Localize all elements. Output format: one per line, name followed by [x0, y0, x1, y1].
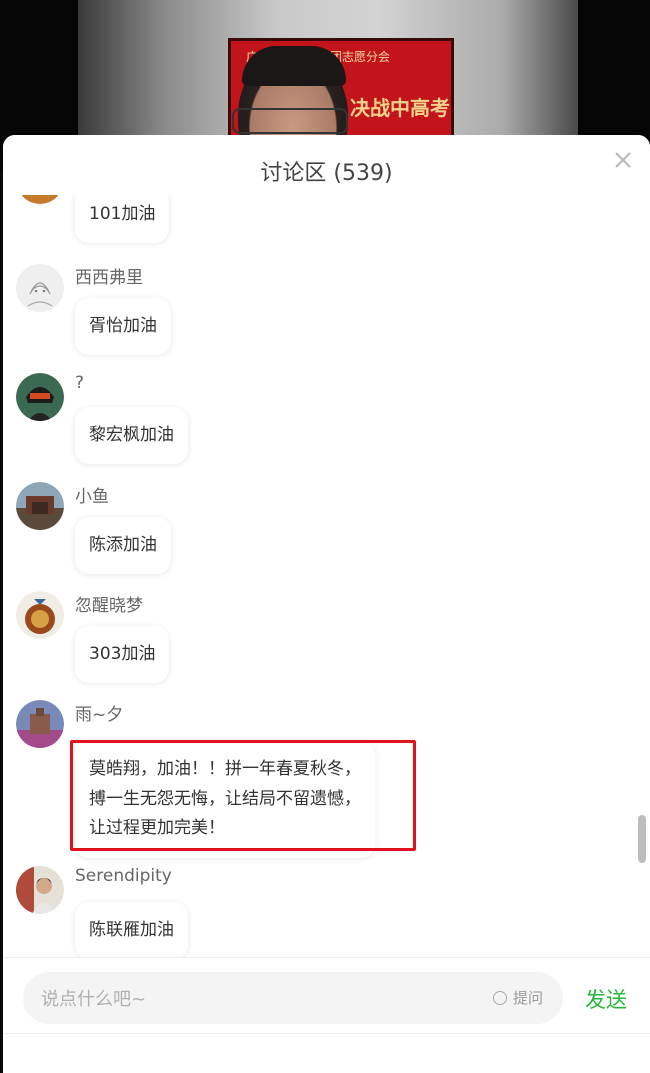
chat-input-bar: 提问 发送: [3, 957, 650, 1073]
divider: [3, 1033, 650, 1034]
username: ?: [75, 373, 85, 393]
panel-header: 讨论区 (539): [3, 135, 650, 195]
radio-icon: [493, 990, 507, 1005]
avatar[interactable]: [16, 700, 64, 748]
message-bubble: 胥怡加油: [75, 298, 171, 355]
username: 西西弗里: [75, 268, 143, 288]
avatar[interactable]: [16, 482, 64, 530]
username: 忽醒晓梦: [75, 596, 143, 616]
close-icon: [615, 152, 631, 168]
avatar[interactable]: [16, 373, 64, 421]
discussion-panel: 101加油 西西弗里 胥怡加油 ? 黎宏枫加油 小鱼 陈添加油 忽醒晓梦 303…: [3, 135, 650, 1073]
message-bubble: 陈添加油: [75, 517, 171, 574]
page-title: 讨论区 (539): [260, 161, 393, 186]
username: Serendipity: [75, 866, 172, 886]
presenter-glasses: [232, 108, 348, 134]
question-label: 提问: [513, 989, 544, 1007]
comment-input[interactable]: [39, 985, 473, 1013]
message-bubble: 303加油: [75, 626, 170, 683]
video-poster-title: 决战中高考: [350, 96, 450, 120]
message-list[interactable]: 101加油 西西弗里 胥怡加油 ? 黎宏枫加油 小鱼 陈添加油 忽醒晓梦 303…: [3, 135, 650, 959]
username: 雨~夕: [75, 705, 124, 725]
username: 小鱼: [75, 487, 109, 507]
input-container: 提问: [23, 972, 563, 1024]
close-button[interactable]: [612, 149, 634, 171]
presenter-hair: [242, 46, 346, 86]
highlight-box: [70, 740, 416, 851]
question-toggle[interactable]: 提问: [493, 987, 543, 1008]
scrollbar-thumb[interactable]: [638, 815, 646, 863]
avatar[interactable]: [16, 264, 64, 312]
avatar[interactable]: [16, 866, 64, 914]
message-bubble: 黎宏枫加油: [75, 407, 188, 464]
message-bubble: 陈联雁加油: [75, 902, 188, 959]
avatar[interactable]: [16, 591, 64, 639]
send-button[interactable]: 发送: [585, 984, 627, 1014]
